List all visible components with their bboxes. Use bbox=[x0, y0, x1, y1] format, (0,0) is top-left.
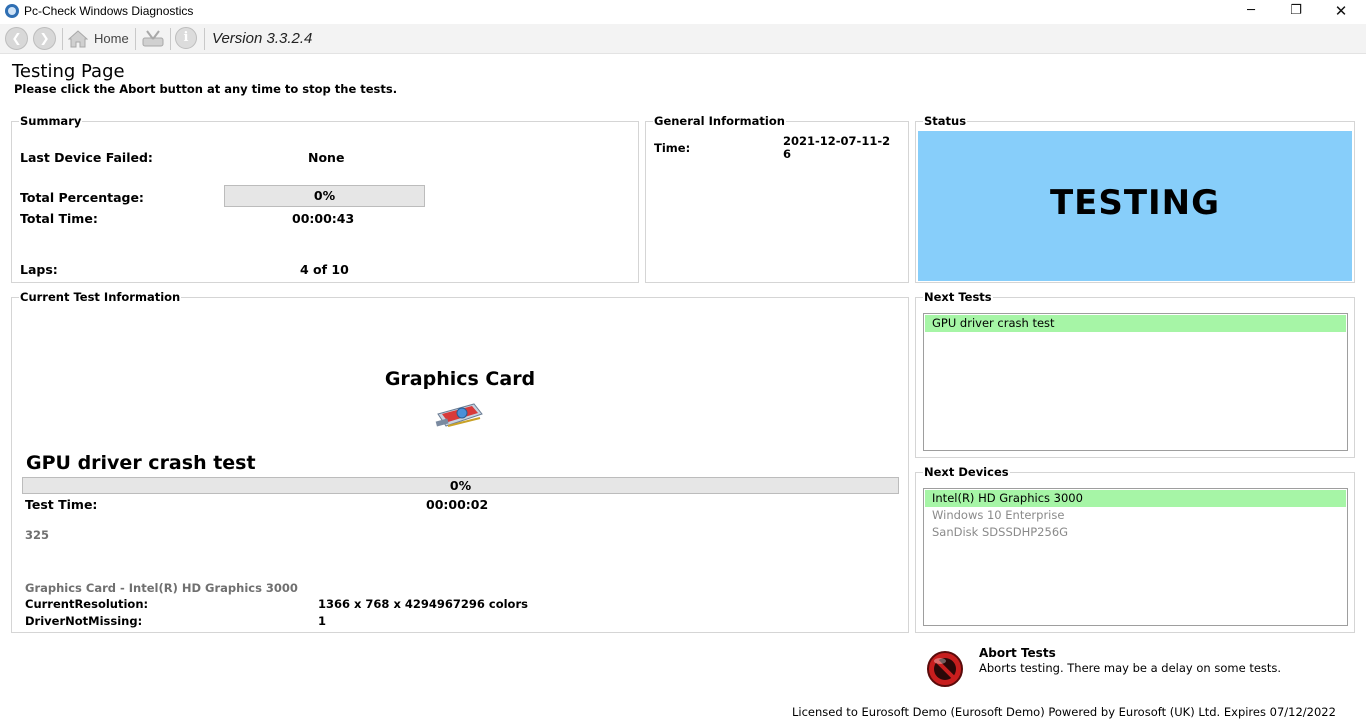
laps-value: 4 of 10 bbox=[300, 262, 349, 277]
status-group: Status TESTING bbox=[915, 114, 1355, 283]
tools-icon[interactable] bbox=[141, 29, 165, 49]
license-footer: Licensed to Eurosoft Demo (Eurosoft Demo… bbox=[792, 705, 1336, 719]
general-information-group: General Information Time: 2021-12-07-11-… bbox=[645, 114, 909, 283]
test-time-label: Test Time: bbox=[25, 497, 98, 512]
current-test-group: Current Test Information Graphics Card G… bbox=[11, 290, 909, 633]
toolbar: ❮ ❯ Home i Version 3.3.2.4 bbox=[0, 24, 1366, 54]
maximize-button[interactable]: ❐ bbox=[1273, 0, 1319, 24]
abort-icon[interactable] bbox=[926, 650, 964, 688]
next-devices-group: Next Devices Intel(R) HD Graphics 3000 W… bbox=[915, 465, 1355, 633]
list-item[interactable]: SanDisk SDSSDHP256G bbox=[925, 524, 1346, 541]
next-devices-title: Next Devices bbox=[923, 465, 1010, 479]
test-progress-text: 0% bbox=[449, 478, 472, 493]
home-button[interactable]: Home bbox=[94, 31, 129, 46]
next-tests-title: Next Tests bbox=[923, 290, 993, 304]
next-tests-group: Next Tests GPU driver crash test bbox=[915, 290, 1355, 458]
toolbar-separator bbox=[135, 28, 136, 50]
laps-label: Laps: bbox=[20, 262, 58, 277]
status-panel: TESTING bbox=[918, 131, 1352, 281]
page-title: Testing Page bbox=[12, 61, 125, 82]
next-tests-list[interactable]: GPU driver crash test bbox=[923, 313, 1348, 451]
page-subtitle: Please click the Abort button at any tim… bbox=[14, 82, 398, 96]
back-arrow-icon[interactable]: ❮ bbox=[5, 27, 28, 50]
total-progress-bar: 0% bbox=[224, 185, 425, 207]
list-item[interactable]: GPU driver crash test bbox=[925, 315, 1346, 332]
list-item[interactable]: Windows 10 Enterprise bbox=[925, 507, 1346, 524]
test-time-value: 00:00:02 bbox=[426, 497, 489, 512]
version-label: Version 3.3.2.4 bbox=[212, 30, 313, 47]
summary-group: Summary Last Device Failed: None Total P… bbox=[11, 114, 639, 283]
list-item[interactable]: Intel(R) HD Graphics 3000 bbox=[925, 490, 1346, 507]
abort-description: Aborts testing. There may be a delay on … bbox=[979, 661, 1282, 675]
summary-title: Summary bbox=[19, 114, 83, 128]
last-device-failed-value: None bbox=[308, 150, 345, 165]
total-time-value: 00:00:43 bbox=[292, 211, 355, 226]
last-device-failed-label: Last Device Failed: bbox=[20, 150, 153, 165]
time-label: Time: bbox=[654, 141, 691, 155]
window-title: Pc-Check Windows Diagnostics bbox=[24, 4, 194, 18]
forward-arrow-icon[interactable]: ❯ bbox=[33, 27, 56, 50]
app-icon bbox=[5, 4, 19, 18]
device-name: Graphics Card bbox=[384, 368, 536, 390]
total-percentage-label: Total Percentage: bbox=[20, 190, 144, 205]
driver-label: DriverNotMissing: bbox=[25, 614, 143, 628]
general-information-title: General Information bbox=[653, 114, 786, 128]
test-name: GPU driver crash test bbox=[26, 452, 256, 474]
next-devices-list[interactable]: Intel(R) HD Graphics 3000 Windows 10 Ent… bbox=[923, 488, 1348, 626]
test-counter: 325 bbox=[25, 528, 50, 542]
info-icon[interactable]: i bbox=[175, 27, 197, 49]
resolution-label: CurrentResolution: bbox=[25, 597, 149, 611]
title-bar: Pc-Check Windows Diagnostics ─ ❐ ✕ bbox=[0, 0, 1366, 24]
close-button[interactable]: ✕ bbox=[1318, 0, 1364, 24]
abort-tests-button[interactable]: Abort Tests bbox=[979, 646, 1056, 660]
current-test-title: Current Test Information bbox=[19, 290, 182, 304]
test-progress-bar: 0% bbox=[22, 477, 899, 494]
toolbar-separator bbox=[170, 28, 171, 50]
driver-value: 1 bbox=[318, 614, 327, 628]
resolution-value: 1366 x 768 x 4294967296 colors bbox=[318, 597, 528, 611]
status-text: TESTING bbox=[1049, 183, 1221, 223]
toolbar-separator bbox=[204, 28, 205, 50]
total-time-label: Total Time: bbox=[20, 211, 98, 226]
device-detail: Graphics Card - Intel(R) HD Graphics 300… bbox=[25, 581, 298, 595]
total-progress-text: 0% bbox=[313, 188, 336, 203]
time-value-line1: 2021-12-07-11-2 bbox=[783, 134, 891, 148]
time-value-line2: 6 bbox=[783, 147, 792, 161]
home-icon[interactable] bbox=[68, 30, 88, 48]
graphics-card-icon bbox=[435, 403, 483, 427]
minimize-button[interactable]: ─ bbox=[1228, 0, 1274, 24]
toolbar-separator bbox=[62, 28, 63, 50]
status-title: Status bbox=[923, 114, 968, 128]
